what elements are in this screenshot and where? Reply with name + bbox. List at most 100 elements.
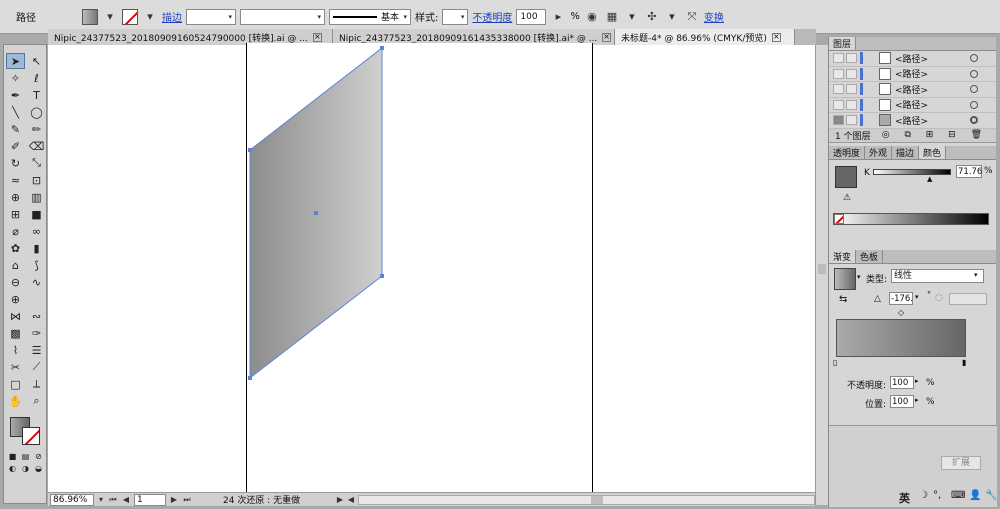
angle-field[interactable]: -176.: [889, 291, 913, 305]
gradient-type-select[interactable]: 线性: [891, 268, 984, 283]
gradient-stop-left[interactable]: ▯: [833, 358, 837, 367]
envelope-tool-icon[interactable]: ⋈: [6, 308, 25, 324]
anchor-point[interactable]: [248, 148, 252, 152]
moon-icon[interactable]: ☽: [919, 490, 928, 501]
color-mode-icon[interactable]: ■: [7, 451, 18, 461]
first-page-icon[interactable]: ⏮: [108, 492, 118, 508]
symbol-sprayer-tool-icon[interactable]: ✿: [6, 240, 25, 256]
lasso-tool-icon[interactable]: ℓ: [27, 70, 46, 86]
chevron-right-icon[interactable]: ▸: [550, 9, 566, 25]
knife-tool-icon[interactable]: ⟋: [27, 359, 46, 375]
pathfinder-icon[interactable]: ⊖: [6, 274, 25, 290]
wave-tool-icon[interactable]: ∾: [27, 308, 46, 324]
chevron-down-icon[interactable]: ▾: [915, 293, 919, 301]
scale-tool-icon[interactable]: ⤡: [27, 155, 46, 171]
gradient-tool-icon[interactable]: ■: [27, 206, 46, 222]
gradient-ramp[interactable]: [836, 318, 966, 357]
free-transform-tool-icon[interactable]: ⊡: [27, 172, 46, 188]
stop-opacity-field[interactable]: 100: [890, 375, 914, 389]
measure-tool-icon[interactable]: ⟂: [27, 376, 46, 392]
variable-width-dropdown[interactable]: ▾: [240, 8, 325, 25]
transform-icon[interactable]: ⤧: [684, 9, 700, 25]
chevron-down-icon[interactable]: ▾: [102, 9, 118, 25]
pen-tool-icon[interactable]: ✒: [6, 87, 25, 103]
draw-behind-icon[interactable]: ◑: [20, 463, 31, 473]
layer-row[interactable]: <路径>: [829, 113, 996, 129]
tab-document-3[interactable]: 未标题-4* @ 86.96% (CMYK/预览) ×: [615, 29, 795, 45]
play-icon[interactable]: ▶: [336, 492, 344, 508]
layer-row[interactable]: <路径>: [829, 67, 996, 82]
gradient-stop-right[interactable]: ▮: [962, 358, 966, 367]
eraser-tool-icon[interactable]: ⌫: [27, 138, 46, 154]
chevron-down-icon[interactable]: ▾: [857, 273, 861, 281]
brush-library-icon[interactable]: ✑: [27, 325, 46, 341]
pencil-tool-icon[interactable]: ✏: [27, 121, 46, 137]
align-icon[interactable]: ▦: [604, 9, 620, 25]
tab-stroke[interactable]: 描边: [892, 145, 920, 159]
page-field[interactable]: 1: [134, 493, 166, 506]
close-icon[interactable]: ×: [771, 32, 781, 42]
color-spectrum[interactable]: [833, 212, 989, 225]
target-icon[interactable]: [970, 100, 978, 109]
prev-page-icon[interactable]: ◀: [121, 492, 131, 508]
gradient-swatch[interactable]: [834, 267, 856, 290]
stroke-weight-dropdown[interactable]: ▾: [186, 8, 236, 25]
stop-location-field[interactable]: 100: [890, 394, 914, 408]
layer-row[interactable]: <路径>: [829, 98, 996, 113]
opacity-field[interactable]: 100: [516, 8, 547, 25]
eyedropper-tool-icon[interactable]: ⌀: [6, 223, 25, 239]
blend-tool-icon[interactable]: ∞: [27, 223, 46, 239]
layer-row[interactable]: <路径>: [829, 82, 996, 98]
zoom-field[interactable]: 86.96%: [50, 493, 94, 506]
opacity-link[interactable]: 不透明度: [472, 9, 512, 24]
transform-link[interactable]: 变换: [704, 9, 724, 24]
warp-tool-icon[interactable]: ≈: [6, 172, 25, 188]
type-tool-icon[interactable]: T: [27, 87, 46, 103]
expand-button[interactable]: 扩展: [941, 456, 981, 470]
anchor-point[interactable]: [380, 46, 384, 50]
target-icon[interactable]: [970, 85, 978, 94]
anchor-point[interactable]: [380, 274, 384, 278]
layer-row[interactable]: <路径>: [829, 51, 996, 67]
chevron-down-icon[interactable]: ▾: [142, 9, 158, 25]
stroke-link[interactable]: 描边: [162, 9, 182, 24]
gamut-icon[interactable]: ⚠: [843, 193, 851, 203]
draw-normal-icon[interactable]: ◐: [7, 463, 18, 473]
grid-tool-icon[interactable]: ▩: [6, 325, 25, 341]
scissors-tool-icon[interactable]: ✂: [6, 359, 25, 375]
hand-tool-icon[interactable]: ✋: [6, 393, 25, 409]
chevron-down-icon[interactable]: ▾: [974, 271, 978, 279]
fill-swatch[interactable]: [82, 8, 98, 25]
zoom-tool-icon[interactable]: ⌕: [27, 393, 46, 409]
selection-tool-icon[interactable]: ➤: [6, 53, 25, 69]
k-slider[interactable]: [873, 168, 951, 175]
rotate-tool-icon[interactable]: ↻: [6, 155, 25, 171]
tab-gradient[interactable]: 渐变: [829, 249, 857, 263]
list-tool-icon[interactable]: ☰: [27, 342, 46, 358]
stroke-color-swatch[interactable]: [22, 427, 40, 445]
mesh-tool-icon[interactable]: ⊞: [6, 206, 25, 222]
k-value-field[interactable]: 71.76: [956, 164, 982, 178]
direct-selection-tool-icon[interactable]: ↖: [27, 53, 46, 69]
chevron-right-icon[interactable]: ▸: [915, 377, 919, 385]
line-tool-icon[interactable]: ╲: [6, 104, 25, 120]
chevron-down-icon[interactable]: ▾: [97, 492, 105, 508]
twirl-tool-icon[interactable]: ∿: [27, 274, 46, 290]
wrench-icon[interactable]: 🔧: [985, 490, 997, 501]
keyboard-icon[interactable]: ⌨: [951, 490, 965, 501]
target-icon[interactable]: [970, 54, 978, 63]
gradient-mode-icon[interactable]: ▤: [20, 451, 31, 461]
anchor-point[interactable]: [248, 376, 252, 380]
recolor-icon[interactable]: ◉: [584, 9, 600, 25]
column-graph-tool-icon[interactable]: ▮: [27, 240, 46, 256]
stroke-swatch[interactable]: [122, 8, 138, 25]
ellipse-tool-icon[interactable]: ◯: [27, 104, 46, 120]
layer-actions-icons[interactable]: ◎ ⧉ ⊞ ⊟ 🗑: [882, 130, 988, 140]
close-icon[interactable]: ×: [602, 32, 611, 42]
scroll-left-icon[interactable]: ◀: [347, 492, 355, 508]
close-icon[interactable]: ×: [312, 32, 322, 42]
graph-tool-icon[interactable]: ⌇: [6, 342, 25, 358]
target-icon[interactable]: [970, 69, 978, 78]
horizontal-scrollbar[interactable]: [358, 494, 815, 505]
paintbrush-tool-icon[interactable]: ✎: [6, 121, 25, 137]
